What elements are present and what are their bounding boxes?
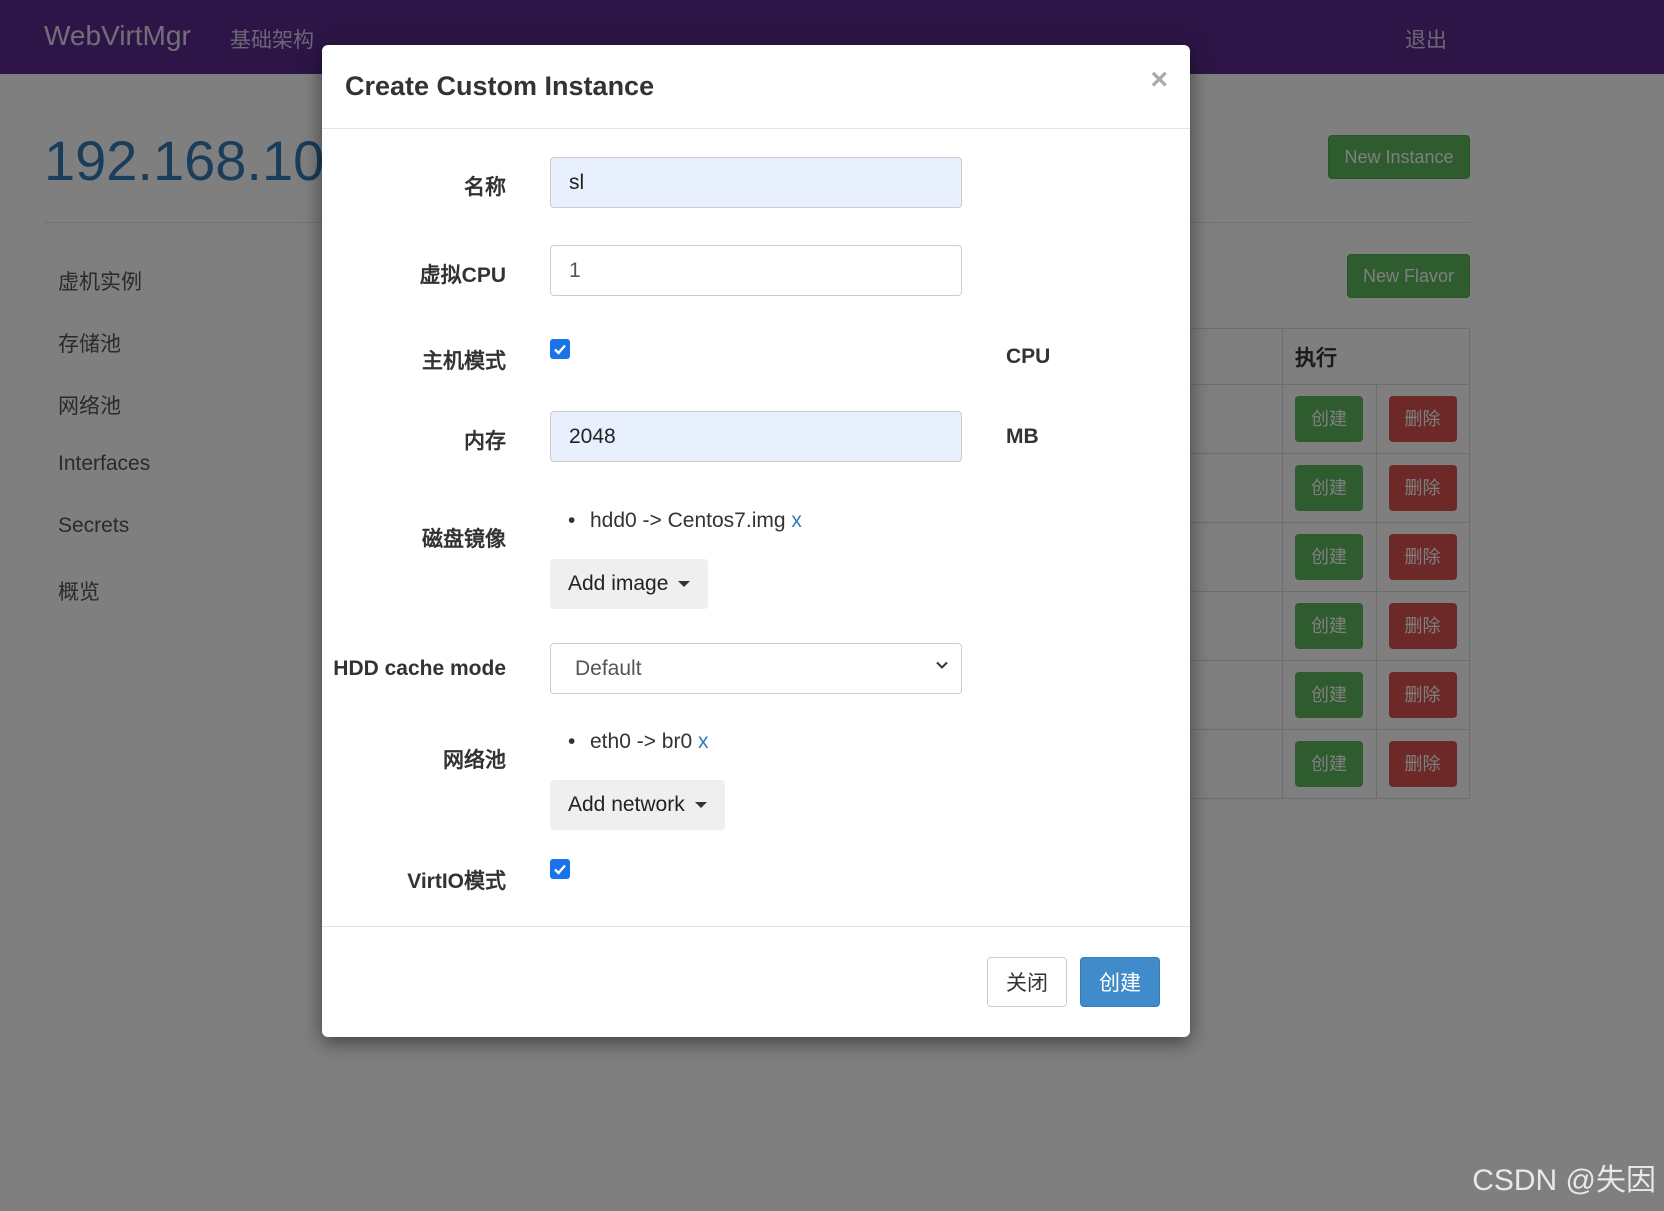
- name-label: 名称: [464, 176, 506, 199]
- checkmark-icon: [554, 344, 566, 355]
- close-button[interactable]: 关闭: [987, 957, 1067, 1007]
- network-list-item: eth0 -> br0 x: [568, 730, 709, 754]
- network-label: 网络池: [443, 749, 506, 772]
- caret-down-icon: [678, 581, 691, 587]
- virtio-checkbox[interactable]: [550, 859, 570, 879]
- disk-list-item: hdd0 -> Centos7.img x: [568, 509, 802, 533]
- cpu-unit-label: CPU: [1006, 345, 1051, 368]
- memory-label: 内存: [464, 430, 506, 453]
- virtio-label: VirtIO模式: [407, 870, 506, 893]
- host-mode-label: 主机模式: [422, 350, 506, 373]
- memory-unit-label: MB: [1006, 425, 1039, 448]
- watermark: CSDN @失因: [1472, 1164, 1656, 1197]
- host-mode-checkbox[interactable]: [550, 339, 570, 359]
- close-icon[interactable]: ×: [1150, 63, 1168, 97]
- cache-mode-label: HDD cache mode: [333, 657, 506, 680]
- disk-label: 磁盘镜像: [422, 528, 506, 551]
- checkmark-icon: [554, 864, 566, 875]
- modal-header: Create Custom Instance ×: [322, 45, 1190, 129]
- create-instance-modal: Create Custom Instance × 名称 sl 虚拟CPU 1 主…: [322, 45, 1190, 1037]
- cache-mode-value: Default: [575, 657, 642, 680]
- network-item-text: eth0 -> br0: [590, 730, 693, 753]
- caret-down-icon: [694, 802, 707, 808]
- cache-mode-select[interactable]: Default: [550, 643, 962, 694]
- add-image-button[interactable]: Add image: [550, 559, 709, 609]
- modal-footer: 关闭 创建: [322, 926, 1190, 1037]
- disk-item-text: hdd0 -> Centos7.img: [590, 509, 786, 532]
- modal-title: Create Custom Instance: [345, 71, 655, 101]
- network-remove-link[interactable]: x: [698, 730, 709, 753]
- add-network-label: Add network: [568, 793, 685, 816]
- create-button[interactable]: 创建: [1080, 957, 1160, 1007]
- name-input[interactable]: sl: [550, 157, 962, 208]
- chevron-down-icon: [936, 661, 948, 669]
- disk-remove-link[interactable]: x: [791, 509, 802, 532]
- memory-input[interactable]: 2048: [550, 411, 962, 462]
- vcpu-label: 虚拟CPU: [419, 264, 506, 287]
- add-image-label: Add image: [568, 572, 669, 595]
- add-network-button[interactable]: Add network: [550, 780, 725, 830]
- vcpu-input[interactable]: 1: [550, 245, 962, 296]
